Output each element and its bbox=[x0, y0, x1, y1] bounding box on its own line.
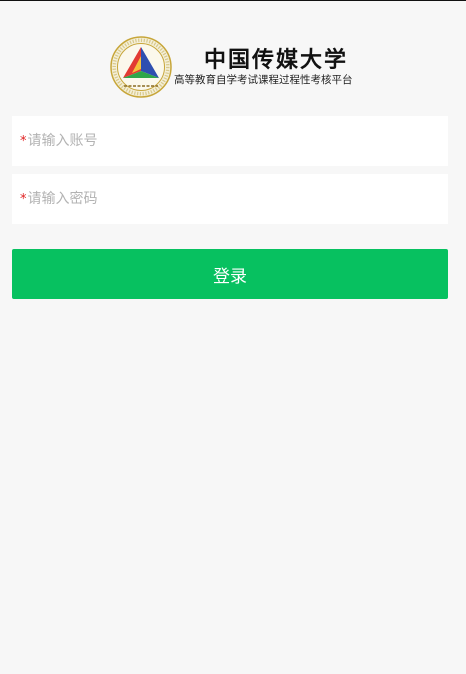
university-seal-logo bbox=[110, 36, 172, 98]
window-top-border bbox=[0, 0, 466, 1]
login-button[interactable]: 登录 bbox=[12, 249, 448, 299]
password-input[interactable] bbox=[27, 174, 448, 224]
brand-title: 中国传媒大学 bbox=[204, 47, 349, 73]
required-mark: * bbox=[20, 133, 27, 149]
account-input[interactable] bbox=[27, 116, 448, 166]
password-field[interactable]: * bbox=[12, 174, 448, 224]
account-field[interactable]: * bbox=[12, 116, 448, 166]
brand-subtitle: 高等教育自学考试课程过程性考核平台 bbox=[174, 74, 353, 86]
required-mark: * bbox=[20, 191, 27, 207]
header: 中国传媒大学 高等教育自学考试课程过程性考核平台 bbox=[0, 36, 466, 98]
